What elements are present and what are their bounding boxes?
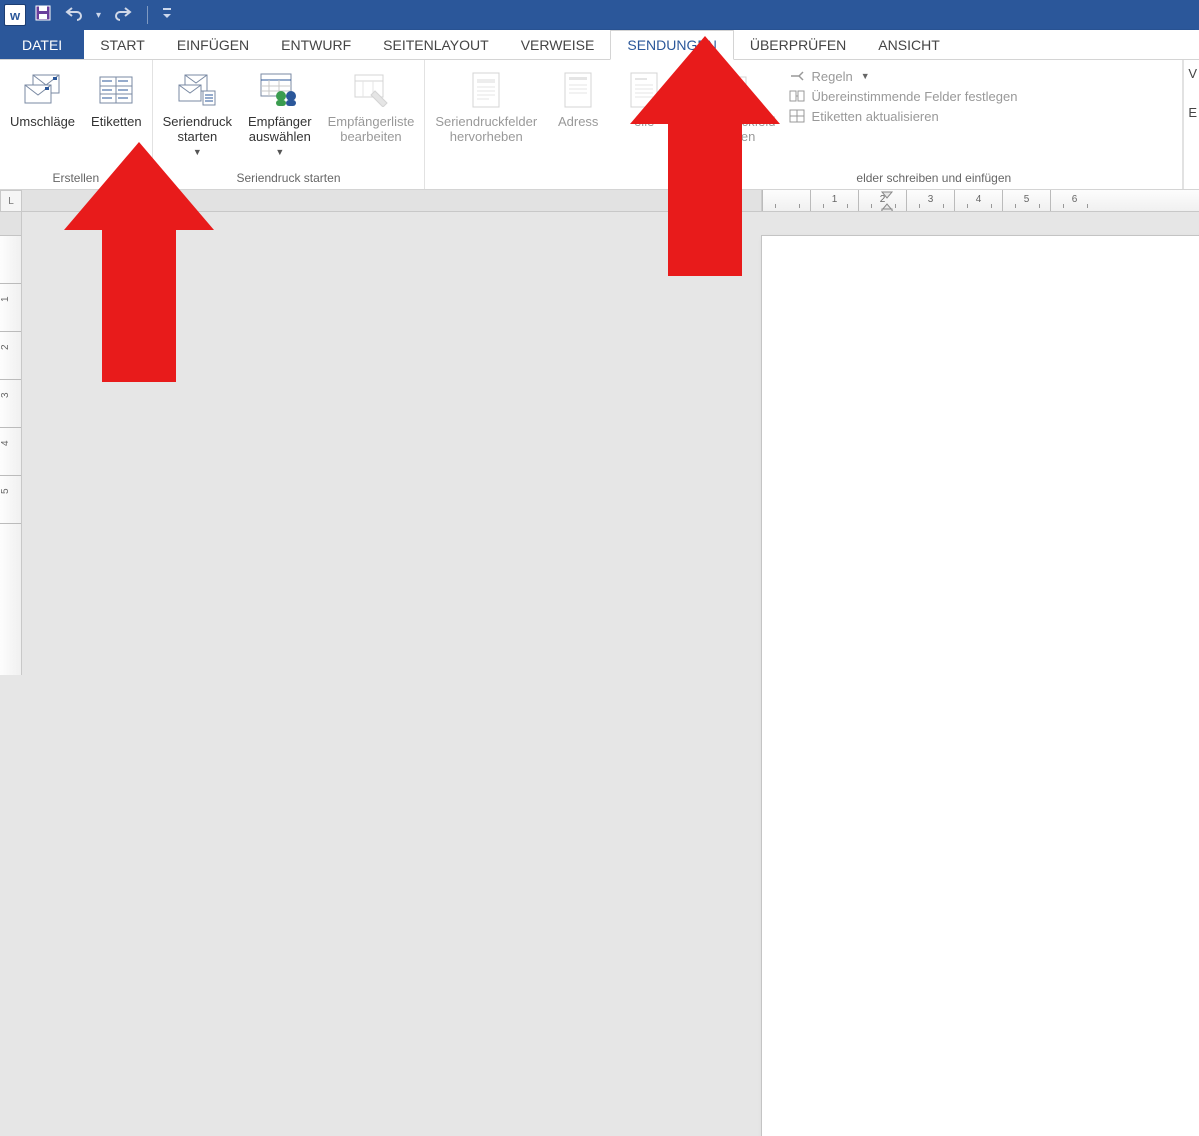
edit-list-icon	[349, 68, 393, 112]
tab-view[interactable]: ANSICHT	[862, 30, 955, 59]
rules-icon	[788, 68, 806, 84]
update-labels-label: Etiketten aktualisieren	[812, 109, 939, 124]
match-fields-label: Übereinstimmende Felder festlegen	[812, 89, 1018, 104]
undo-dropdown-icon[interactable]: ▾	[96, 10, 101, 21]
tab-review[interactable]: ÜBERPRÜFEN	[734, 30, 862, 59]
match-fields-button: Übereinstimmende Felder festlegen	[788, 88, 1018, 104]
title-bar-spacer	[180, 0, 1195, 30]
highlight-fields-label: Seriendruckfelder hervorheben	[435, 115, 537, 145]
ruler-tick: 1	[0, 284, 21, 332]
address-block-icon	[556, 68, 600, 112]
start-mailmerge-button[interactable]: Seriendruck starten ▼	[159, 64, 236, 157]
ribbon-group-create: Umschläge Etiketten Erstellen	[0, 60, 153, 189]
ruler-tick: 5	[1002, 190, 1050, 211]
greeting-line-icon	[622, 68, 666, 112]
envelopes-label: Umschläge	[10, 115, 75, 130]
envelopes-button[interactable]: Umschläge	[6, 64, 79, 130]
labels-icon	[94, 68, 138, 112]
mailmerge-icon	[175, 68, 219, 112]
labels-button[interactable]: Etiketten	[87, 64, 146, 130]
tab-mailings[interactable]: SENDUNGEN	[610, 30, 733, 60]
ribbon: Umschläge Etiketten Erstellen Seriendruc…	[0, 60, 1199, 190]
ruler-corner[interactable]: L	[0, 190, 22, 212]
edit-recipients-label: Empfängerliste bearbeiten	[328, 115, 415, 145]
group-label-create: Erstellen	[6, 168, 146, 189]
envelope-icon	[21, 68, 65, 112]
insert-field-icon	[708, 68, 752, 112]
indent-markers-icon[interactable]	[880, 190, 894, 212]
greeting-line-label: eile	[634, 115, 654, 130]
ribbon-tabs: DATEI START EINFÜGEN ENTWURF SEITENLAYOU…	[0, 30, 1199, 60]
tab-references[interactable]: VERWEISE	[505, 30, 611, 59]
ruler-tick	[762, 190, 810, 211]
ruler-tick: 1	[810, 190, 858, 211]
ruler-negative-ticks: 1 2	[666, 190, 762, 211]
ruler-tick: 1	[714, 190, 762, 211]
rules-button: Regeln ▼	[788, 68, 1018, 84]
ruler-margin-shade	[22, 190, 762, 211]
ruler-tick: 6	[1050, 190, 1098, 211]
select-recipients-button[interactable]: Empfänger auswählen ▼	[244, 64, 316, 157]
group-label-start-merge: Seriendruck starten	[159, 168, 419, 189]
select-recipients-label: Empfänger auswählen	[248, 115, 312, 145]
quick-access-toolbar: ▾	[34, 4, 172, 27]
tab-start[interactable]: START	[84, 30, 161, 59]
insert-merge-field-button: Seriendruckfeld einfügen ▼	[681, 64, 779, 157]
recipients-icon	[258, 68, 302, 112]
dropdown-icon: ▼	[861, 71, 870, 81]
customize-qat-icon[interactable]	[162, 7, 172, 24]
tab-layout[interactable]: SEITENLAYOUT	[367, 30, 505, 59]
horizontal-ruler[interactable]: 1 2 1 2 3 4 5 6	[22, 190, 1199, 212]
dropdown-icon: ▼	[193, 147, 202, 157]
insert-field-label: Seriendruckfeld einfügen	[685, 115, 775, 145]
ribbon-group-start-merge: Seriendruck starten ▼ Empfänger auswähle…	[153, 60, 426, 189]
ruler-margin-shade	[0, 212, 21, 236]
highlight-merge-fields-button: Seriendruckfelder hervorheben	[431, 64, 541, 145]
partial-text-2: E	[1188, 105, 1197, 120]
address-block-label: Adress	[558, 115, 598, 130]
ruler-positive-ticks: 1 2 3 4 5 6	[762, 190, 1098, 211]
document-area: L 1 2 1 2 3 4 5 6 1 2 3	[0, 190, 1199, 675]
tab-file[interactable]: DATEI	[0, 30, 84, 59]
update-labels-icon	[788, 108, 806, 124]
address-block-button: Adress	[549, 64, 607, 130]
edit-recipients-button: Empfängerliste bearbeiten	[324, 64, 419, 145]
ribbon-group-write-fields: Seriendruckfelder hervorheben Adress eil…	[425, 60, 1183, 189]
ruler-tick: 4	[0, 428, 21, 476]
ruler-tick: 3	[906, 190, 954, 211]
redo-icon[interactable]	[113, 5, 133, 26]
save-icon[interactable]	[34, 4, 52, 27]
dropdown-icon: ▼	[275, 147, 284, 157]
word-app-icon: w	[4, 4, 26, 26]
tab-insert[interactable]: EINFÜGEN	[161, 30, 265, 59]
rules-label: Regeln	[812, 69, 853, 84]
start-mailmerge-label: Seriendruck starten	[163, 115, 232, 145]
ruler-tick: 3	[0, 380, 21, 428]
partial-text-1: V	[1188, 66, 1197, 81]
ruler-tick	[0, 236, 21, 284]
group-label-write-fields: elder schreiben und einfügen	[431, 168, 1176, 189]
tab-design[interactable]: ENTWURF	[265, 30, 367, 59]
qat-separator	[147, 6, 148, 24]
ruler-tick: 4	[954, 190, 1002, 211]
title-bar: w ▾	[0, 0, 1199, 30]
ruler-tick: 5	[0, 476, 21, 524]
match-fields-icon	[788, 88, 806, 104]
dropdown-icon: ▼	[726, 147, 735, 157]
ribbon-edge-partial: V E	[1183, 60, 1199, 189]
ruler-tick: 2	[666, 190, 714, 211]
highlight-fields-icon	[464, 68, 508, 112]
undo-icon[interactable]	[64, 5, 84, 26]
update-labels-button: Etiketten aktualisieren	[788, 108, 1018, 124]
vertical-ruler[interactable]: 1 2 3 4 5	[0, 212, 22, 675]
document-page[interactable]	[762, 236, 1199, 1136]
field-tools-stack: Regeln ▼ Übereinstimmende Felder festleg…	[788, 64, 1018, 124]
labels-label: Etiketten	[91, 115, 142, 130]
ruler-tick: 2	[0, 332, 21, 380]
greeting-line-button: eile	[615, 64, 673, 130]
ruler-ticks: 1 2 3 4 5	[0, 236, 21, 524]
